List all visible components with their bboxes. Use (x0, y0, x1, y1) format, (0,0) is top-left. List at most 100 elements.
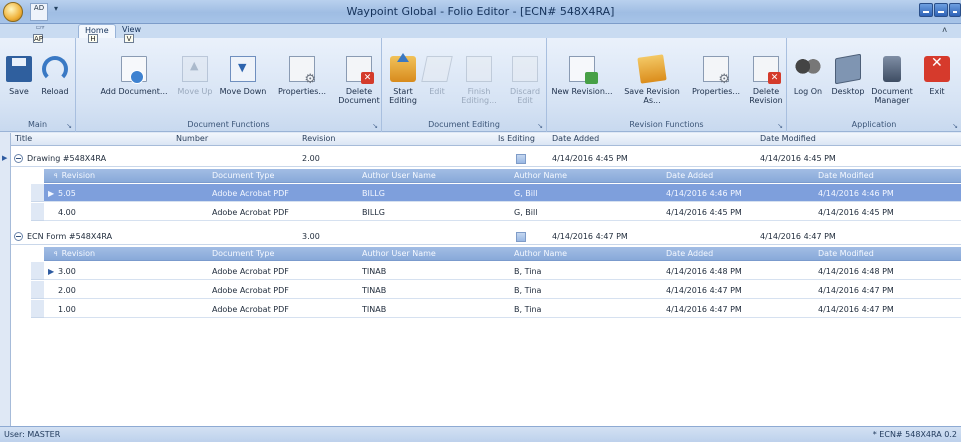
reload-button[interactable]: Reload (38, 56, 72, 96)
rev-revision: 5.05 (58, 189, 76, 198)
start-editing-label-1: Start (393, 87, 413, 96)
table-row[interactable]: Drawing #548X4RA 2.00 4/14/2016 4:45 PM … (11, 151, 961, 167)
child-col-date-added[interactable]: Date Added (666, 171, 713, 180)
edit-button[interactable]: Edit (421, 56, 453, 96)
maximize-button[interactable] (934, 3, 948, 17)
save-revision-as-label-1: Save Revision (624, 87, 680, 96)
document-manager-button[interactable]: Document Manager (869, 56, 915, 105)
main-launcher-icon[interactable]: ↘ (66, 122, 72, 130)
revision-properties-label: Properties... (691, 87, 741, 96)
rev-date-added: 4/14/2016 4:45 PM (666, 208, 742, 217)
document-functions-launcher-icon[interactable]: ↘ (372, 122, 378, 130)
group-revision-functions: New Revision... Save Revision As... Prop… (547, 38, 787, 132)
document-manager-label-1: Document (871, 87, 913, 96)
move-down-button[interactable]: Move Down (216, 56, 270, 96)
properties-button[interactable]: Properties... (271, 56, 333, 96)
desktop-icon (835, 53, 861, 85)
ribbon-tab-strip: ▭▿ AP Home H View V ʌ (0, 24, 961, 43)
revision-row[interactable]: 4.00 Adobe Acrobat PDF BILLG G, Bill 4/1… (44, 203, 961, 221)
rev-author-name: G, Bill (514, 189, 538, 198)
ribbon-minimize-icon[interactable]: ʌ (942, 25, 947, 34)
rev-date-modified: 4/14/2016 4:48 PM (818, 267, 894, 276)
group-label-document-editing: Document Editing (428, 120, 500, 129)
document-editing-launcher-icon[interactable]: ↘ (537, 122, 543, 130)
rev-revision: 1.00 (58, 305, 76, 314)
start-editing-button[interactable]: Start Editing (386, 53, 420, 105)
revision-functions-launcher-icon[interactable]: ↘ (777, 122, 783, 130)
delete-revision-button[interactable]: Delete Revision (747, 56, 785, 105)
child-col-author-user[interactable]: Author User Name (362, 249, 436, 258)
revision-row[interactable]: 1.00 Adobe Acrobat PDF TINAB B, Tina 4/1… (44, 300, 961, 318)
reload-label: Reload (41, 87, 69, 96)
table-row[interactable]: ECN Form #548X4RA 3.00 4/14/2016 4:47 PM… (11, 229, 961, 245)
desktop-label: Desktop (831, 87, 865, 96)
doc-revision: 3.00 (302, 232, 320, 241)
col-date-added[interactable]: Date Added (552, 134, 599, 143)
rev-date-modified: 4/14/2016 4:45 PM (818, 208, 894, 217)
collapse-icon[interactable] (14, 232, 23, 241)
col-date-modified[interactable]: Date Modified (760, 134, 816, 143)
discard-edit-button[interactable]: Discard Edit (506, 56, 544, 105)
is-editing-checkbox[interactable] (516, 232, 526, 242)
finish-editing-label-2: Editing... (461, 96, 497, 105)
start-editing-icon (390, 53, 416, 82)
discard-edit-icon (512, 56, 538, 82)
is-editing-checkbox[interactable] (516, 154, 526, 164)
revision-properties-button[interactable]: Properties... (687, 56, 745, 96)
row-pointer-icon: ▶ (48, 189, 55, 198)
close-window-button[interactable] (949, 3, 961, 17)
save-revision-as-button[interactable]: Save Revision As... (619, 54, 685, 105)
finish-editing-label-1: Finish (467, 87, 491, 96)
col-revision[interactable]: Revision (302, 134, 335, 143)
rev-revision: 3.00 (58, 267, 76, 276)
child-col-author-name[interactable]: Author Name (514, 171, 567, 180)
new-revision-button[interactable]: New Revision... (549, 56, 615, 96)
col-title[interactable]: Title (15, 134, 32, 143)
revision-row[interactable]: 2.00 Adobe Acrobat PDF TINAB B, Tina 4/1… (44, 281, 961, 299)
properties-label: Properties... (277, 87, 327, 96)
add-document-button[interactable]: Add Document... (94, 56, 174, 96)
rev-date-added: 4/14/2016 4:46 PM (666, 189, 742, 198)
child-col-date-modified[interactable]: Date Modified (818, 249, 874, 258)
child-col-revision[interactable]: ꟼ Revision (54, 249, 95, 258)
desktop-button[interactable]: Desktop (829, 53, 867, 96)
revision-row[interactable]: ▶ 5.05 Adobe Acrobat PDF BILLG G, Bill 4… (44, 184, 961, 202)
move-down-icon (230, 56, 256, 82)
row-gutter (31, 203, 44, 221)
child-col-doc-type[interactable]: Document Type (212, 171, 274, 180)
move-up-button[interactable]: Move Up (174, 56, 216, 96)
child-col-doc-type[interactable]: Document Type (212, 249, 274, 258)
col-number[interactable]: Number (176, 134, 208, 143)
revision-row[interactable]: ▶ 3.00 Adobe Acrobat PDF TINAB B, Tina 4… (44, 262, 961, 280)
rev-author-user: TINAB (362, 305, 387, 314)
save-button[interactable]: Save (4, 56, 34, 96)
keytip-home: H (88, 34, 98, 43)
finish-editing-button[interactable]: Finish Editing... (458, 56, 500, 105)
exit-button[interactable]: Exit (921, 56, 953, 96)
child-col-author-user[interactable]: Author User Name (362, 171, 436, 180)
delete-document-icon (346, 56, 374, 84)
delete-document-label-2: Document (338, 96, 380, 105)
status-user: User: MASTER (4, 430, 61, 439)
rev-author-name: B, Tina (514, 286, 542, 295)
doc-date-modified: 4/14/2016 4:45 PM (760, 154, 836, 163)
rev-doc-type: Adobe Acrobat PDF (212, 305, 289, 314)
grid-header: Title Number Revision Is Editing Date Ad… (11, 133, 961, 146)
log-on-button[interactable]: Log On (791, 56, 825, 96)
row-gutter (31, 184, 44, 202)
collapse-icon[interactable] (14, 154, 23, 163)
group-document-functions: Add Document... Move Up Move Down Proper… (76, 38, 382, 132)
delete-document-button[interactable]: Delete Document (338, 56, 380, 105)
child-col-revision[interactable]: ꟼ Revision (54, 171, 95, 180)
ribbon: Save Reload Main ↘ Add Document... Move … (0, 38, 961, 132)
status-bar: User: MASTER * ECN# 548X4RA 0.2 (0, 426, 961, 442)
minimize-button[interactable] (919, 3, 933, 17)
child-col-date-modified[interactable]: Date Modified (818, 171, 874, 180)
child-col-author-name[interactable]: Author Name (514, 249, 567, 258)
edit-icon (421, 56, 453, 82)
document-manager-label-2: Manager (874, 96, 910, 105)
col-is-editing[interactable]: Is Editing (498, 134, 535, 143)
application-launcher-icon[interactable]: ↘ (952, 122, 958, 130)
child-col-date-added[interactable]: Date Added (666, 249, 713, 258)
sort-icon: ꟼ (54, 173, 58, 180)
